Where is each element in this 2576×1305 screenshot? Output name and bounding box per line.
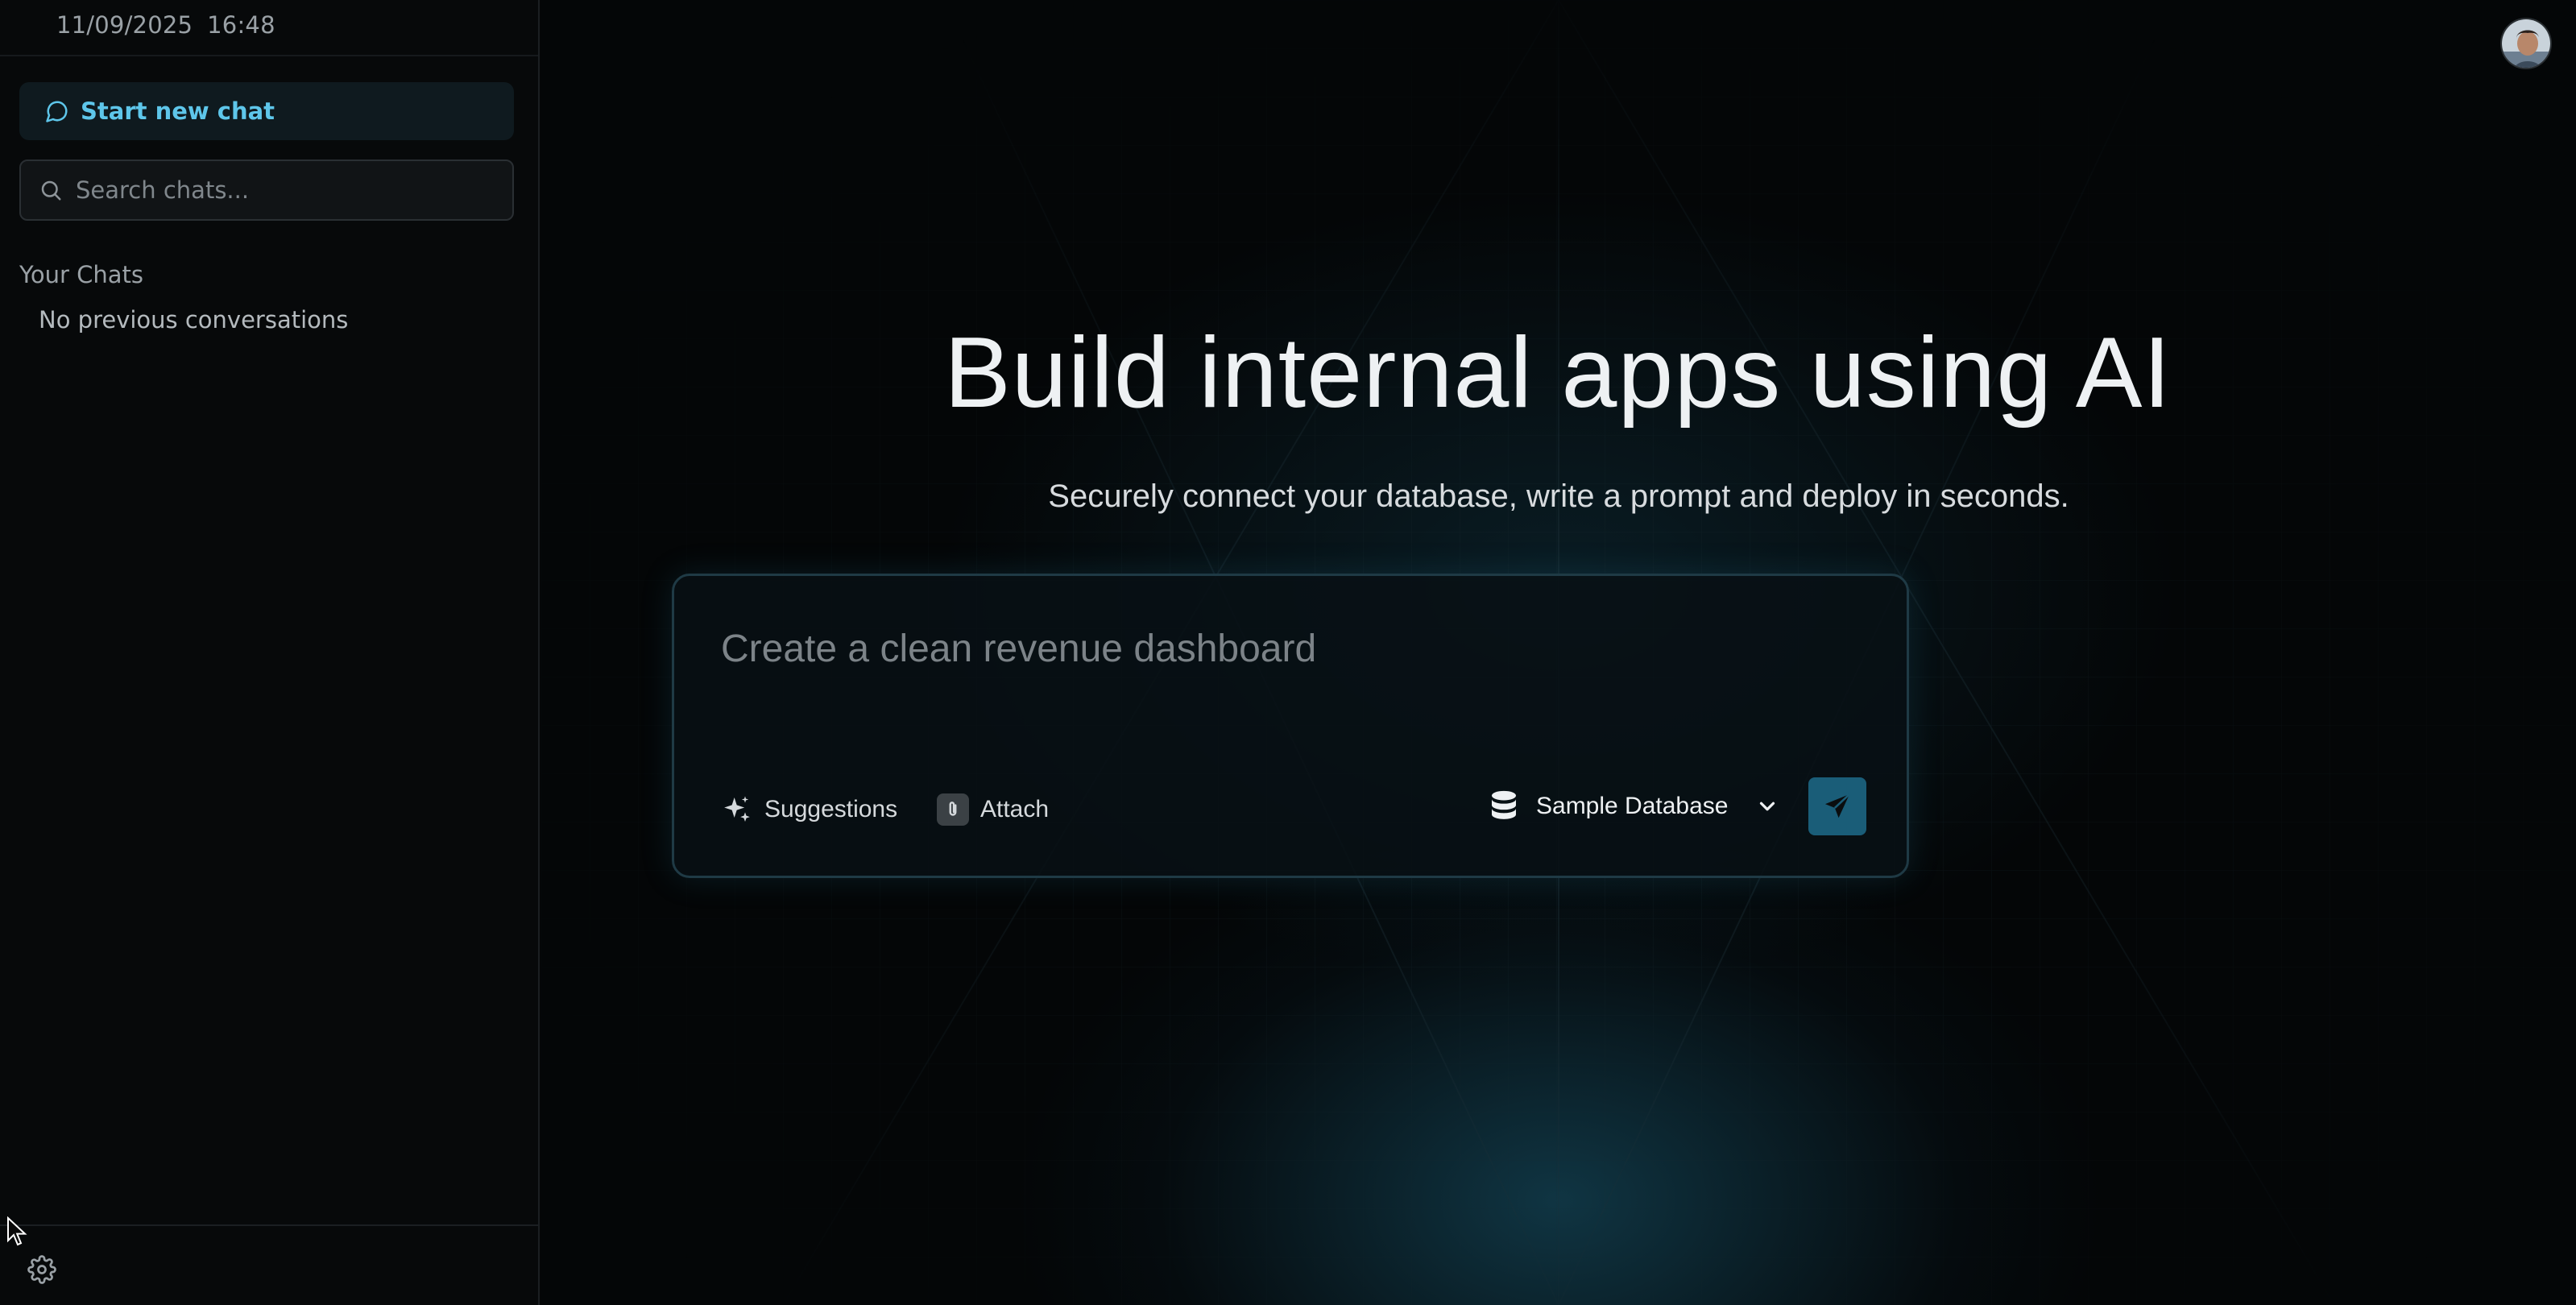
- mouse-cursor-icon: [7, 1216, 27, 1246]
- chat-bubble-icon: [46, 101, 68, 122]
- settings-button[interactable]: [24, 1252, 60, 1287]
- divider: [0, 1224, 538, 1226]
- send-icon: [1824, 793, 1850, 818]
- paperclip-icon: [949, 802, 957, 816]
- suggestions-label: Suggestions: [764, 796, 898, 822]
- sidebar: 11/09/2025 16:48 Start new chat Your Chat…: [0, 0, 540, 1305]
- search-icon: [41, 180, 61, 201]
- main-area: Build internal apps using AI Securely co…: [541, 0, 2576, 1305]
- suggestions-button[interactable]: Suggestions: [721, 793, 897, 826]
- database-icon: [1492, 790, 1516, 819]
- page-subtitle: Securely connect your database, write a …: [1048, 478, 2069, 514]
- avatar[interactable]: [2500, 18, 2552, 69]
- attach-button[interactable]: Attach: [937, 793, 1049, 826]
- datetime: 11/09/2025 16:48: [56, 11, 275, 39]
- attach-label: Attach: [980, 796, 1050, 822]
- database-select[interactable]: Sample Database: [1488, 789, 1779, 824]
- search-input[interactable]: [74, 176, 512, 205]
- chevron-down-icon: [1760, 802, 1775, 811]
- search-box: [19, 160, 514, 221]
- divider: [0, 55, 538, 56]
- time-text: 16:48: [207, 11, 275, 39]
- attach-icon-box: [937, 793, 969, 826]
- date-text: 11/09/2025: [56, 11, 193, 39]
- start-new-chat-button[interactable]: Start new chat: [19, 82, 514, 140]
- prompt-input[interactable]: [719, 626, 1847, 672]
- empty-chats-message: No previous conversations: [39, 306, 349, 334]
- sparkle-icon: [724, 796, 750, 822]
- gear-icon: [27, 1255, 56, 1284]
- start-new-chat-label: Start new chat: [81, 97, 275, 125]
- database-label: Sample Database: [1536, 793, 1729, 819]
- prompt-box: Suggestions Attach Sample Database: [672, 574, 1909, 878]
- send-button[interactable]: [1808, 777, 1866, 835]
- your-chats-heading: Your Chats: [19, 261, 144, 288]
- page-title: Build internal apps using AI: [944, 317, 2172, 429]
